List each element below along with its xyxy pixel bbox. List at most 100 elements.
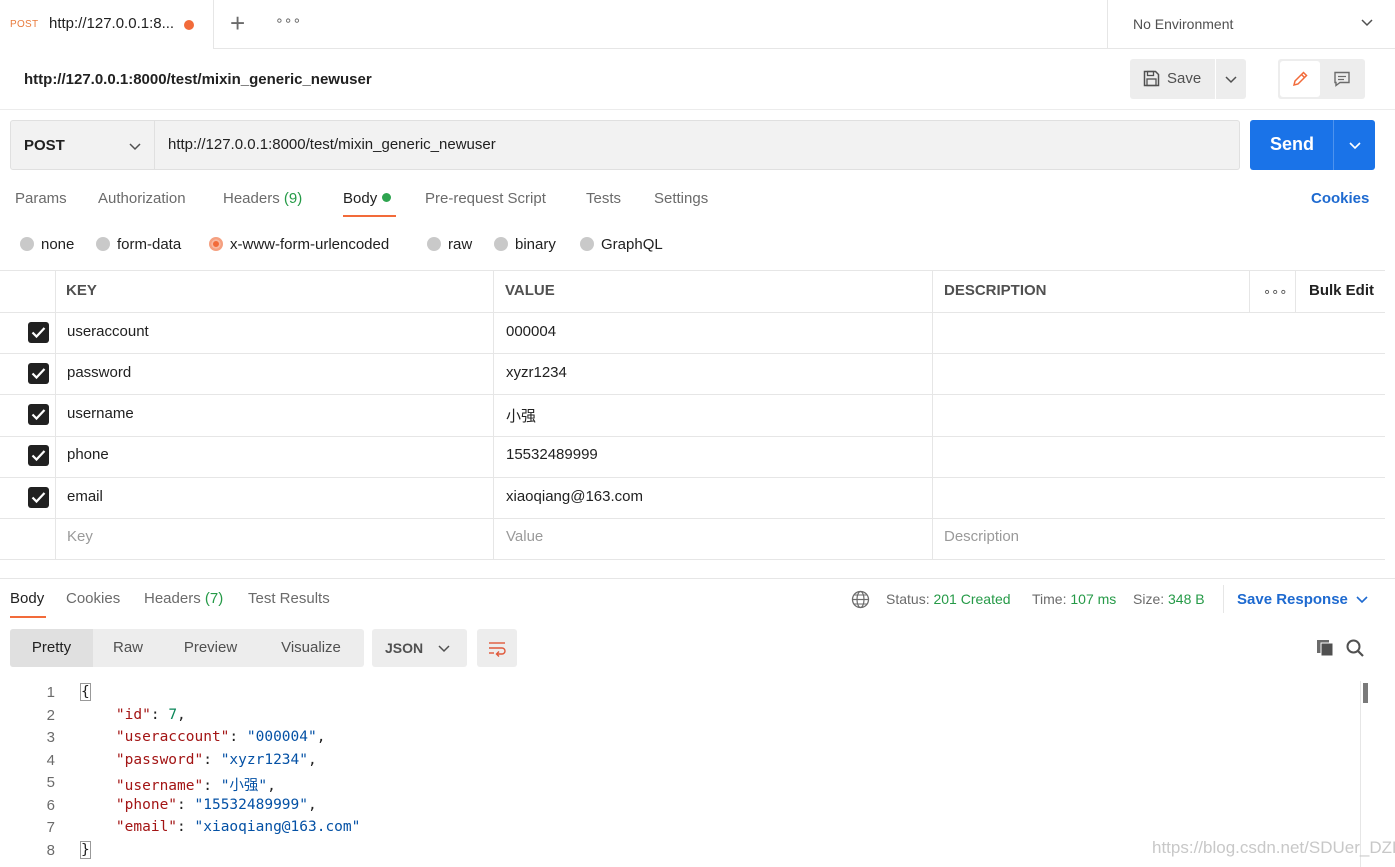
param-key[interactable]: email [67,488,103,505]
save-button[interactable]: Save [1130,59,1246,99]
chevron-down-icon[interactable] [1222,70,1240,88]
radio-circle-icon [96,237,110,251]
response-tab-body[interactable]: Body [10,590,44,607]
search-icon[interactable] [1345,638,1365,658]
check-icon [31,368,46,380]
active-tab-indicator [10,616,46,618]
new-key-input[interactable]: Key [67,528,93,545]
view-preview-button[interactable]: Preview [163,629,258,667]
tab-headers[interactable]: Headers (9) [223,190,302,207]
new-tab-button[interactable]: + [230,10,250,36]
tab-more-button[interactable]: ∘∘∘ [275,12,301,29]
time-value: 107 ms [1070,591,1117,607]
radio-raw[interactable]: raw [427,236,472,253]
bulk-edit-button[interactable]: Bulk Edit [1309,282,1374,299]
chevron-down-icon[interactable] [1354,591,1370,607]
tab-method: POST [10,19,39,30]
copy-icon[interactable] [1315,638,1335,658]
param-key[interactable]: username [67,405,134,422]
code-line: { [80,683,91,701]
environment-selector[interactable]: No Environment [1107,0,1395,49]
tab-body[interactable]: Body [343,190,392,207]
table-border [932,270,933,560]
view-mode-group: Pretty Raw Preview Visualize [10,629,364,667]
radio-circle-icon [494,237,508,251]
param-key[interactable]: phone [67,446,109,463]
table-more-button[interactable]: ∘∘∘ [1263,284,1287,300]
tab-authorization[interactable]: Authorization [98,190,186,207]
size-value: 348 B [1168,591,1205,607]
new-description-input[interactable]: Description [944,528,1019,545]
format-select[interactable]: JSON [372,629,467,667]
view-raw-button[interactable]: Raw [93,629,163,667]
row-checkbox[interactable] [28,322,49,343]
view-pretty-button[interactable]: Pretty [10,629,93,667]
row-checkbox[interactable] [28,445,49,466]
code-line: "email": "xiaoqiang@163.com" [115,819,361,835]
tab-bar: POST http://127.0.0.1:8... + ∘∘∘ No Envi… [0,0,1395,49]
response-tab-cookies[interactable]: Cookies [66,590,120,607]
param-value[interactable]: xiaoqiang@163.com [506,488,643,505]
table-border [1249,270,1250,312]
method-select[interactable]: POST [10,120,155,170]
tab-params[interactable]: Params [15,190,67,207]
param-key[interactable]: password [67,364,131,381]
chevron-down-icon[interactable] [1346,136,1364,154]
code-line: } [80,841,91,859]
radio-circle-icon [580,237,594,251]
request-tab[interactable]: POST http://127.0.0.1:8... [0,0,214,49]
tab-tests[interactable]: Tests [586,190,621,207]
save-label: Save [1167,70,1202,87]
code-line: "password": "xyzr1234", [115,752,317,768]
tab-settings[interactable]: Settings [654,190,708,207]
table-border [0,394,1385,395]
line-number: 8 [46,842,55,859]
row-checkbox[interactable] [28,404,49,425]
scrollbar-thumb[interactable] [1363,683,1368,703]
edit-mode-button[interactable] [1280,61,1320,97]
check-icon [31,492,46,504]
send-button[interactable]: Send [1250,120,1375,170]
send-label: Send [1270,134,1315,154]
line-number: 7 [46,819,55,836]
tab-headers-label: Headers [223,190,280,207]
row-checkbox[interactable] [28,363,49,384]
view-visualize-button[interactable]: Visualize [258,629,364,667]
cookies-link[interactable]: Cookies [1311,190,1369,207]
radio-urlencoded[interactable]: x-www-form-urlencoded [209,236,389,253]
radio-none[interactable]: none [20,236,74,253]
table-border [0,477,1385,478]
radio-form-data[interactable]: form-data [96,236,181,253]
divider [0,578,1395,579]
row-checkbox[interactable] [28,487,49,508]
radio-circle-icon [20,237,34,251]
new-value-input[interactable]: Value [506,528,543,545]
table-border [0,353,1385,354]
radio-graphql[interactable]: GraphQL [580,236,663,253]
check-icon [31,450,46,462]
response-tab-headers[interactable]: Headers (7) [144,590,223,607]
param-value[interactable]: xyzr1234 [506,364,567,381]
param-value[interactable]: 15532489999 [506,446,598,463]
tab-prerequest-script[interactable]: Pre-request Script [425,190,546,207]
globe-icon[interactable] [851,590,870,609]
request-title[interactable]: http://127.0.0.1:8000/test/mixin_generic… [24,71,372,88]
time-label: Time: [1032,591,1067,607]
param-key[interactable]: useraccount [67,323,149,340]
line-number: 5 [46,774,55,791]
radio-label: raw [448,236,473,253]
param-value[interactable]: 000004 [506,323,556,340]
radio-circle-icon [427,237,441,251]
save-response-button[interactable]: Save Response [1237,591,1348,608]
response-tab-test-results[interactable]: Test Results [248,590,330,607]
wrap-lines-button[interactable] [477,629,517,667]
radio-label: binary [515,236,556,253]
divider [0,109,1395,110]
code-token: } [80,841,91,859]
param-value[interactable]: 小强 [506,405,536,426]
time-info: Time: 107 ms [1032,591,1116,607]
comment-mode-button[interactable] [1322,61,1362,97]
size-label: Size: [1133,591,1165,607]
radio-binary[interactable]: binary [494,236,556,253]
url-input[interactable]: http://127.0.0.1:8000/test/mixin_generic… [155,120,1240,170]
